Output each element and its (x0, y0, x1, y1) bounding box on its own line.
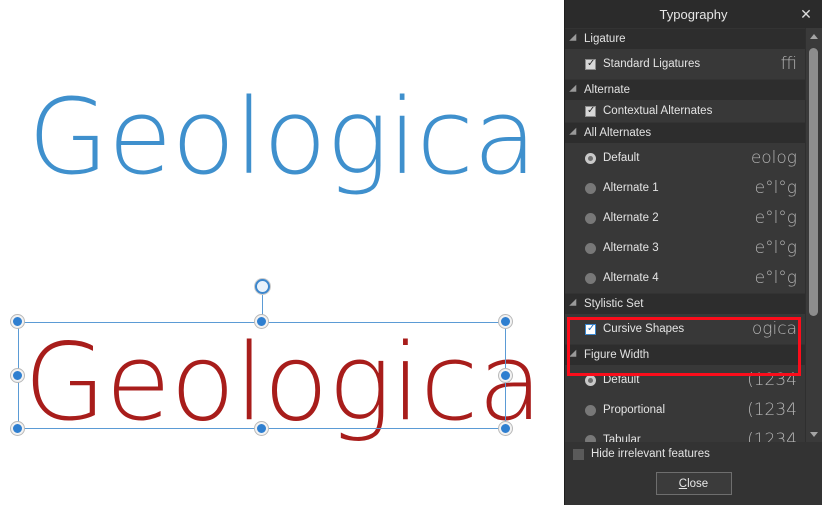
feature-label: Alternate 3 (603, 242, 659, 254)
feature-sample-preview: e°l°g (754, 269, 797, 287)
hide-irrelevant-features-label: Hide irrelevant features (591, 448, 710, 460)
section-header-stylistic-set[interactable]: Stylistic Set (565, 293, 805, 314)
resize-handle-bottom-center[interactable] (255, 422, 268, 435)
feature-sample-preview: e°l°g (754, 209, 797, 227)
section-header-all-alternates[interactable]: All Alternates (565, 122, 805, 143)
panel-titlebar: Typography ✕ (565, 0, 822, 28)
feature-row[interactable]: ✓ Cursive Shapes ogica (565, 314, 805, 344)
feature-sample-preview: eolog (750, 149, 797, 167)
rotate-handle[interactable] (254, 278, 270, 294)
radio-button[interactable] (585, 272, 596, 284)
section-header-label: All Alternates (584, 127, 652, 139)
feature-label: Cursive Shapes (603, 323, 685, 335)
section-header-label: Alternate (584, 84, 631, 96)
scrollbar-track[interactable] (806, 44, 822, 426)
close-button-wrap: Close (565, 466, 822, 495)
section-header-alternate[interactable]: Alternate (565, 79, 805, 100)
document-canvas[interactable]: Geologica Geologica (0, 0, 565, 505)
hide-irrelevant-features-row[interactable]: Hide irrelevant features (565, 442, 822, 466)
radio-button[interactable] (585, 152, 596, 164)
feature-row[interactable]: Default (1234 (565, 365, 805, 395)
resize-handle-top-right[interactable] (499, 315, 512, 328)
check-icon: ✓ (587, 322, 596, 334)
feature-label: Contextual Alternates (603, 105, 713, 117)
section-header-label: Ligature (584, 33, 626, 45)
panel-title: Typography (659, 6, 728, 22)
radio-button[interactable] (585, 212, 596, 224)
feature-row[interactable]: Proportional (1234 (565, 395, 805, 425)
radio-button[interactable] (585, 182, 596, 194)
check-icon: ✓ (587, 104, 596, 116)
close-button-mnemonic: C (678, 477, 688, 490)
scrollbar-thumb[interactable] (809, 48, 818, 316)
feature-label: Default (603, 374, 640, 386)
radio-button[interactable] (585, 374, 596, 386)
scroll-down-arrow-icon[interactable] (806, 426, 822, 442)
scroll-up-arrow-icon[interactable] (806, 28, 822, 44)
feature-row[interactable]: Alternate 1 e°l°g (565, 173, 805, 203)
feature-sample-preview: (1234 (747, 371, 797, 389)
check-icon: ✓ (587, 57, 596, 69)
radio-button[interactable] (585, 404, 596, 416)
feature-sample-preview: ogica (751, 320, 797, 338)
feature-row[interactable]: Alternate 2 e°l°g (565, 203, 805, 233)
resize-handle-top-left[interactable] (11, 315, 24, 328)
feature-sample-preview: e°l°g (754, 239, 797, 257)
feature-label: Default (603, 152, 640, 164)
section-header-label: Figure Width (584, 349, 650, 361)
feature-list[interactable]: Ligature ✓ Standard Ligatures ffi Alternate ✓… (565, 28, 805, 442)
feature-label: Alternate 1 (603, 182, 659, 194)
panel-body: Ligature ✓ Standard Ligatures ffi Alternate ✓… (565, 28, 822, 442)
feature-sample-preview: (1234 (747, 431, 797, 443)
collapse-triangle-icon (569, 298, 580, 310)
panel-scrollbar[interactable] (805, 28, 822, 442)
collapse-triangle-icon (569, 349, 580, 361)
resize-handle-bottom-right[interactable] (499, 422, 512, 435)
feature-sample-preview: ffi (780, 55, 797, 73)
feature-row[interactable]: Alternate 3 e°l°g (565, 233, 805, 263)
feature-row[interactable]: Default eolog (565, 143, 805, 173)
close-button[interactable]: Close (655, 472, 732, 495)
section-header-label: Stylistic Set (584, 298, 644, 310)
feature-row[interactable]: ✓ Standard Ligatures ffi (565, 49, 805, 79)
resize-handle-middle-left[interactable] (11, 368, 24, 382)
feature-label: Alternate 2 (603, 212, 659, 224)
radio-button[interactable] (585, 242, 596, 254)
feature-row[interactable]: Alternate 4 e°l°g (565, 263, 805, 293)
collapse-triangle-icon (569, 127, 580, 139)
feature-label: Standard Ligatures (603, 58, 701, 70)
text-box-selection[interactable] (11, 278, 512, 435)
close-button-label: lose (687, 477, 709, 490)
resize-handle-bottom-left[interactable] (11, 422, 24, 435)
checkbox[interactable]: ✓ (585, 322, 596, 335)
feature-label: Tabular (603, 434, 641, 442)
radio-button[interactable] (585, 434, 596, 442)
resize-handle-top-center[interactable] (255, 315, 268, 328)
collapse-triangle-icon (569, 33, 580, 45)
hide-irrelevant-features-checkbox[interactable] (573, 448, 584, 460)
panel-footer: Hide irrelevant features Close (565, 442, 822, 505)
section-header-ligature[interactable]: Ligature (565, 28, 805, 49)
checkbox[interactable]: ✓ (585, 57, 596, 70)
feature-label: Alternate 4 (603, 272, 659, 284)
feature-sample-preview: e°l°g (754, 179, 797, 197)
collapse-triangle-icon (569, 84, 580, 96)
feature-label: Proportional (603, 404, 666, 416)
checkbox[interactable]: ✓ (585, 104, 596, 117)
feature-row[interactable]: Tabular (1234 (565, 425, 805, 442)
feature-sample-preview: (1234 (747, 401, 797, 419)
feature-row[interactable]: ✓ Contextual Alternates (565, 100, 805, 122)
section-header-figure-width[interactable]: Figure Width (565, 344, 805, 365)
close-icon[interactable]: ✕ (796, 4, 816, 24)
resize-handle-middle-right[interactable] (499, 368, 512, 382)
typography-panel: Typography ✕ Ligature ✓ Standard Ligatures… (564, 0, 822, 505)
wordmark-primary[interactable]: Geologica (28, 85, 537, 189)
